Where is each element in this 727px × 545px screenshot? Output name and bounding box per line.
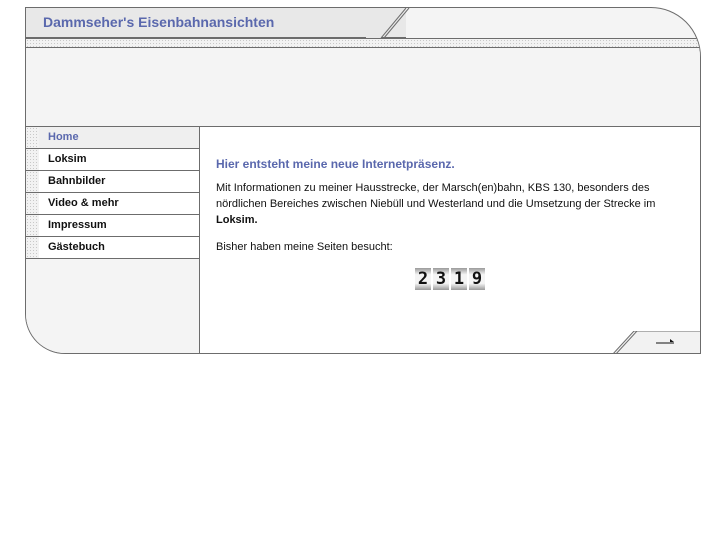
nav-item-label: Video & mehr xyxy=(48,197,119,209)
page-frame: Dammseher's Eisenbahnansichten Home Loks… xyxy=(25,7,701,354)
nav-strip xyxy=(26,193,39,214)
visits-label: Bisher haben meine Seiten besucht: xyxy=(216,241,393,253)
sidebar-nav: Home Loksim Bahnbilder Video & mehr Impr… xyxy=(26,127,199,353)
nav-item-label: Loksim xyxy=(48,153,87,165)
site-title: Dammseher's Eisenbahnansichten xyxy=(43,14,275,30)
nav-strip xyxy=(26,171,39,192)
nav-item-impressum[interactable]: Impressum xyxy=(26,215,199,237)
visitor-counter: 2 3 1 9 xyxy=(415,268,487,290)
nav-item-label: Impressum xyxy=(48,219,107,231)
title-tab-edge xyxy=(366,8,410,39)
counter-digit: 3 xyxy=(433,268,449,290)
title-tab: Dammseher's Eisenbahnansichten xyxy=(26,8,406,38)
nav-item-bahnbilder[interactable]: Bahnbilder xyxy=(26,171,199,193)
nav-item-video[interactable]: Video & mehr xyxy=(26,193,199,215)
nav-item-label: Bahnbilder xyxy=(48,175,106,187)
title-bar: Dammseher's Eisenbahnansichten xyxy=(26,8,700,39)
arrow-right-icon[interactable] xyxy=(656,334,676,348)
loksim-link-text: Loksim. xyxy=(216,214,258,226)
counter-digit: 9 xyxy=(469,268,485,290)
nav-strip xyxy=(26,149,39,170)
next-tab xyxy=(612,331,700,353)
nav-strip xyxy=(26,237,39,258)
page-headline: Hier entsteht meine neue Internetpräsenz… xyxy=(216,157,455,171)
nav-item-label: Gästebuch xyxy=(48,241,105,253)
intro-paragraph: Mit Informationen zu meiner Hausstrecke,… xyxy=(216,180,688,228)
pattern-stripe xyxy=(26,39,700,47)
arrow-right-icon-glyph xyxy=(656,339,674,344)
banner xyxy=(26,48,700,126)
counter-digit: 1 xyxy=(451,268,467,290)
nav-item-label: Home xyxy=(48,131,79,143)
nav-item-home[interactable]: Home xyxy=(26,127,199,149)
nav-strip xyxy=(26,215,39,236)
counter-digit: 2 xyxy=(415,268,431,290)
main-content: Hier entsteht meine neue Internetpräsenz… xyxy=(199,127,700,353)
nav-item-gaestebuch[interactable]: Gästebuch xyxy=(26,237,199,259)
nav-item-loksim[interactable]: Loksim xyxy=(26,149,199,171)
intro-text: Mit Informationen zu meiner Hausstrecke,… xyxy=(216,182,656,210)
nav-strip xyxy=(26,127,39,148)
